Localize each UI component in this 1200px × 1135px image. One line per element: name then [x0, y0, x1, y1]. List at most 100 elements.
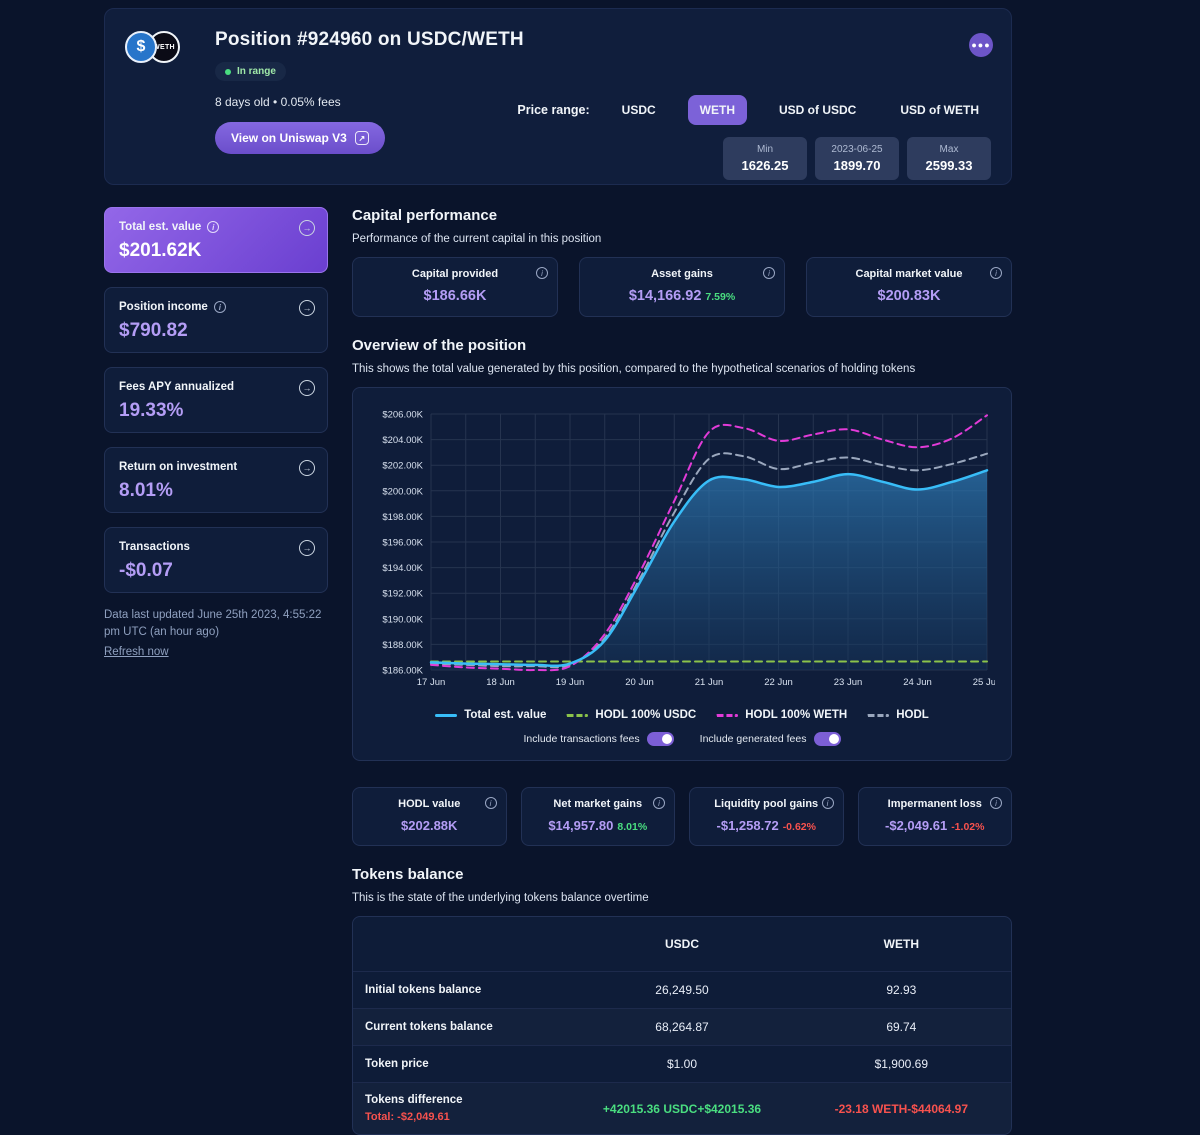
range-max-label: Max	[919, 144, 979, 155]
position-income-value: $790.82	[119, 320, 313, 342]
svg-text:$198.00K: $198.00K	[382, 512, 423, 523]
position-income-label: Position income	[119, 301, 208, 313]
svg-text:$200.00K: $200.00K	[382, 486, 423, 497]
refresh-now-link[interactable]: Refresh now	[104, 646, 169, 658]
weth-column-header: WETH	[792, 917, 1011, 972]
tokens-difference-label: Tokens difference	[365, 1094, 560, 1106]
svg-text:$196.00K: $196.00K	[382, 538, 423, 549]
current-balance-label: Current tokens balance	[353, 1009, 572, 1046]
transactions-fees-toggle-label: Include transactions fees	[524, 733, 640, 745]
tokens-balance-subtitle: This is the state of the underlying toke…	[352, 892, 1012, 904]
svg-text:$204.00K: $204.00K	[382, 435, 423, 446]
token-price-label: Token price	[353, 1046, 572, 1083]
info-icon[interactable]: i	[653, 797, 665, 809]
price-range-option-usd-of-usdc[interactable]: USD of USDC	[767, 95, 868, 125]
liquidity-pool-gains-value: -$1,258.72	[717, 818, 779, 833]
tokens-balance-table: USDC WETH Initial tokens balance 26,249.…	[353, 917, 1011, 1134]
table-row: Tokens difference Total: -$2,049.61 +420…	[353, 1083, 1011, 1135]
range-max-value: 2599.33	[919, 158, 979, 173]
hodl-value-card: i HODL value $202.88K	[352, 787, 507, 846]
roi-label: Return on investment	[119, 461, 237, 473]
status-badge: In range	[215, 62, 286, 81]
initial-balance-usdc: 26,249.50	[572, 972, 791, 1009]
liquidity-pool-gains-label: Liquidity pool gains	[702, 798, 831, 810]
transactions-label: Transactions	[119, 541, 190, 553]
position-value-chart: $186.00K$188.00K$190.00K$192.00K$194.00K…	[367, 404, 995, 696]
fees-apy-label: Fees APY annualized	[119, 381, 234, 393]
net-market-gains-card: i Net market gains $14,957.808.01%	[521, 787, 676, 846]
expand-arrow-icon[interactable]: →	[299, 460, 315, 476]
liquidity-pool-gains-pct: -0.62%	[783, 821, 816, 833]
transactions-value: -$0.07	[119, 560, 313, 582]
capital-performance-cards: i Capital provided $186.66K i Asset gain…	[352, 257, 1012, 317]
net-market-gains-value: $14,957.80	[548, 818, 613, 833]
info-icon[interactable]: i	[485, 797, 497, 809]
view-on-uniswap-button[interactable]: View on Uniswap V3 ↗	[215, 122, 385, 154]
last-updated-text: Data last updated June 25th 2023, 4:55:2…	[104, 607, 328, 640]
expand-arrow-icon[interactable]: →	[299, 380, 315, 396]
tokens-difference-total: Total: -$2,049.61	[365, 1111, 560, 1123]
range-min-label: Min	[735, 144, 795, 155]
generated-fees-toggle[interactable]	[814, 732, 841, 746]
expand-arrow-icon[interactable]: →	[299, 300, 315, 316]
usdc-token-icon: $	[125, 31, 157, 63]
expand-arrow-icon[interactable]: →	[299, 540, 315, 556]
asset-gains-card: i Asset gains $14,166.927.59%	[579, 257, 785, 317]
asset-gains-value: $14,166.92	[629, 288, 702, 304]
svg-text:22 Jun: 22 Jun	[764, 677, 793, 688]
price-range-option-weth[interactable]: WETH	[688, 95, 747, 125]
hodl-value: $202.88K	[365, 818, 494, 833]
price-range-option-usdc[interactable]: USDC	[610, 95, 668, 125]
info-icon[interactable]: i	[214, 301, 226, 313]
initial-balance-label: Initial tokens balance	[353, 972, 572, 1009]
svg-text:$192.00K: $192.00K	[382, 589, 423, 600]
overview-title: Overview of the position	[352, 337, 1012, 354]
svg-text:20 Jun: 20 Jun	[625, 677, 654, 688]
info-icon[interactable]: i	[990, 797, 1002, 809]
transactions-card: Transactions → -$0.07	[104, 527, 328, 593]
overview-subtitle: This shows the total value generated by …	[352, 363, 1012, 375]
liquidity-pool-gains-card: i Liquidity pool gains -$1,258.72 -0.62%	[689, 787, 844, 846]
ellipsis-menu-button[interactable]: ●●●	[969, 33, 993, 57]
info-icon[interactable]: i	[763, 267, 775, 279]
external-link-icon: ↗	[355, 131, 369, 145]
info-icon[interactable]: i	[536, 267, 548, 279]
capital-market-value: $200.83K	[819, 288, 999, 304]
capital-provided-label: Capital provided	[365, 268, 545, 280]
svg-text:$194.00K: $194.00K	[382, 563, 423, 574]
token-pair-icons: $ WETH	[125, 31, 180, 63]
tokens-balance-title: Tokens balance	[352, 866, 1012, 883]
legend-line-icon	[867, 714, 889, 717]
capital-provided-value: $186.66K	[365, 288, 545, 304]
info-icon[interactable]: i	[822, 797, 834, 809]
svg-text:24 Jun: 24 Jun	[903, 677, 932, 688]
position-income-card: Position income i → $790.82	[104, 287, 328, 353]
tokens-difference-weth: -23.18 WETH-$44064.97	[792, 1083, 1011, 1135]
impermanent-loss-value: -$2,049.61	[885, 818, 947, 833]
svg-text:19 Jun: 19 Jun	[556, 677, 585, 688]
legend-item-hodl: HODL	[867, 709, 929, 721]
info-icon[interactable]: i	[207, 221, 219, 233]
transactions-fees-toggle[interactable]	[647, 732, 674, 746]
total-est-value-card: Total est. valuei → $201.62K	[104, 207, 328, 273]
token-price-usdc: $1.00	[572, 1046, 791, 1083]
stats-sidebar: Total est. valuei → $201.62K Position in…	[104, 207, 328, 660]
usdc-column-header: USDC	[572, 917, 791, 972]
page: $ WETH Position #924960 on USDC/WETH In …	[0, 0, 1200, 1118]
current-balance-weth: 69.74	[792, 1009, 1011, 1046]
toggle-knob	[662, 734, 672, 744]
range-min-box: Min 1626.25	[723, 137, 807, 180]
svg-text:$206.00K: $206.00K	[382, 410, 423, 421]
svg-text:21 Jun: 21 Jun	[695, 677, 724, 688]
price-range-option-usd-of-weth[interactable]: USD of WETH	[888, 95, 991, 125]
return-on-investment-card: Return on investment → 8.01%	[104, 447, 328, 513]
net-market-gains-label: Net market gains	[534, 798, 663, 810]
svg-text:$190.00K: $190.00K	[382, 614, 423, 625]
svg-text:$202.00K: $202.00K	[382, 461, 423, 472]
svg-text:18 Jun: 18 Jun	[486, 677, 515, 688]
info-icon[interactable]: i	[990, 267, 1002, 279]
svg-text:$188.00K: $188.00K	[382, 640, 423, 651]
expand-arrow-icon[interactable]: →	[299, 220, 315, 236]
legend-item-hodl-100-usdc: HODL 100% USDC	[566, 709, 696, 721]
capital-performance-title: Capital performance	[352, 207, 1012, 224]
